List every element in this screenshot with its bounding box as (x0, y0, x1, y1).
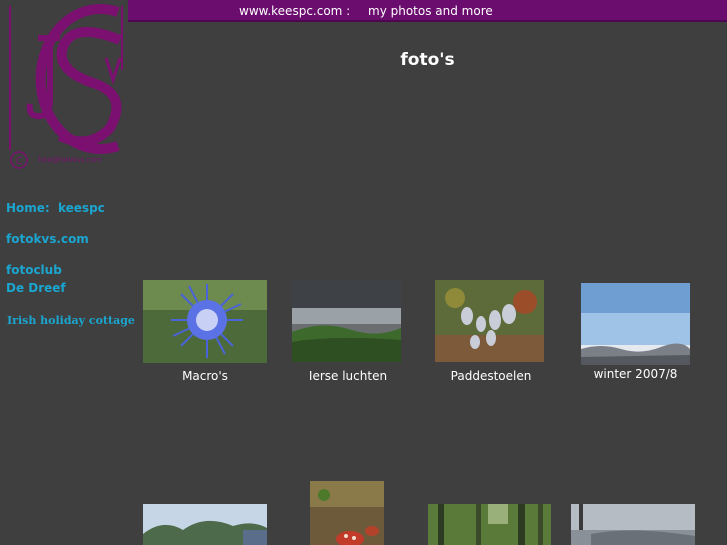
mushrooms-icon (435, 280, 544, 362)
gallery-thumb-forest[interactable] (428, 504, 551, 545)
logo[interactable]: C foto@fotokvs.com (0, 0, 128, 172)
winter-landscape-icon (581, 283, 690, 365)
nav-fotokvs[interactable]: fotokvs.com (6, 232, 89, 246)
gallery-thumb-mountains[interactable] (143, 504, 267, 545)
nav-de-dreef[interactable]: De Dreef (6, 281, 66, 295)
gallery-caption-winter[interactable]: winter 2007/8 (581, 367, 690, 381)
gallery-thumb-lake[interactable] (571, 504, 695, 545)
header-bar: www.keespc.com : my photos and more (128, 0, 727, 22)
gallery-thumb-irish-sky[interactable] (292, 280, 401, 362)
site-name[interactable]: www.keespc.com : (239, 4, 350, 18)
nav-fotoclub[interactable]: fotoclub (6, 263, 62, 277)
gallery-caption-macros[interactable]: Macro's (143, 369, 267, 383)
gallery-thumb-toadstool[interactable] (310, 481, 384, 545)
nav-irish-cottage[interactable]: Irish holiday cottage (7, 314, 135, 327)
site-tagline: my photos and more (368, 4, 493, 18)
toadstool-icon (310, 481, 384, 545)
gallery-thumb-macros[interactable] (143, 280, 267, 363)
gallery-thumb-mushrooms[interactable] (435, 280, 544, 362)
forest-icon (428, 504, 551, 545)
logo-email: foto@fotokvs.com (38, 156, 102, 164)
nav-home-label[interactable]: Home: (6, 201, 50, 215)
page-title: foto's (400, 50, 455, 70)
lake-icon (571, 504, 695, 545)
irish-sky-icon (292, 280, 401, 362)
mountain-landscape-icon (143, 504, 267, 545)
nav-home-link[interactable]: keespc (58, 201, 105, 215)
gallery-caption-irish-sky[interactable]: Ierse luchten (292, 369, 404, 383)
svg-text:C: C (16, 156, 23, 167)
gallery-caption-mushrooms[interactable]: Paddestoelen (435, 369, 547, 383)
gallery-thumb-winter[interactable] (581, 283, 690, 365)
blue-flower-icon (143, 280, 267, 363)
